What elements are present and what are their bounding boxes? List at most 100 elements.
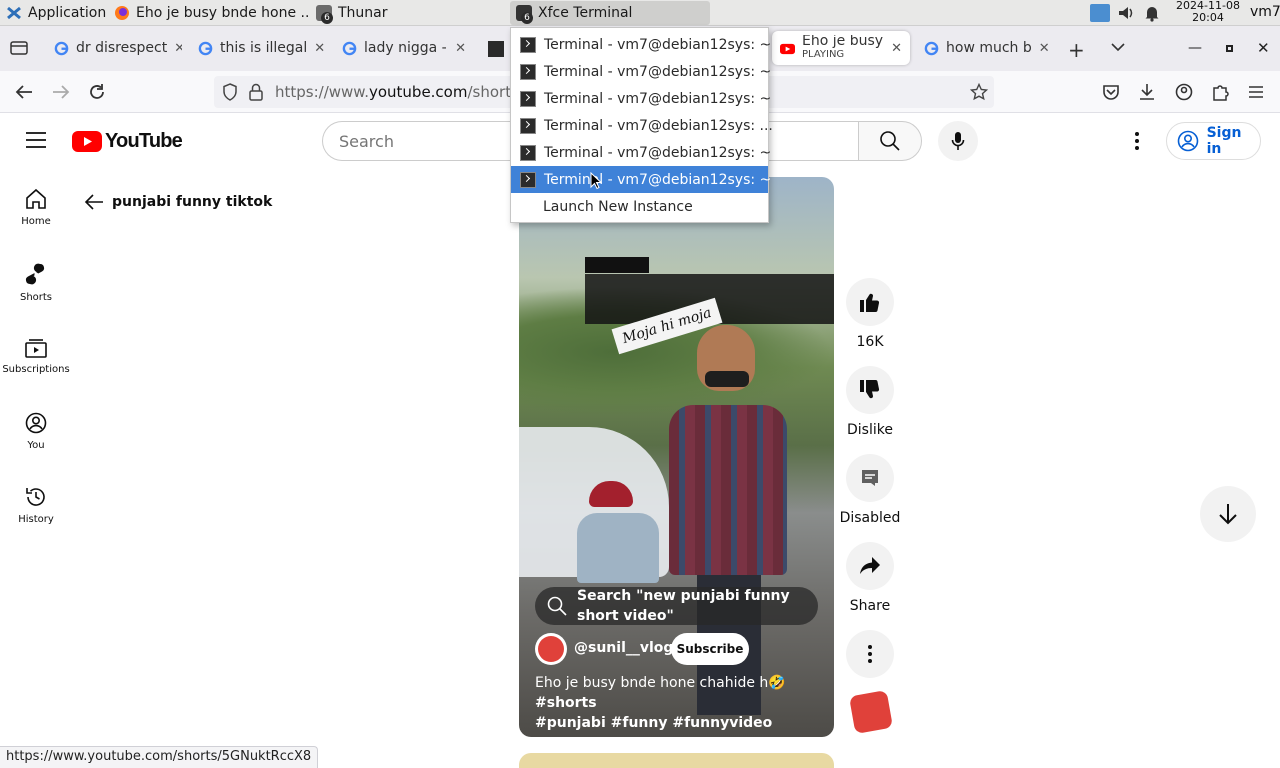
list-all-tabs-chevron-icon[interactable] <box>1110 40 1126 58</box>
comments-disabled-label: Disabled <box>839 510 901 526</box>
applications-menu-button[interactable]: Applications <box>0 1 106 25</box>
subscribe-button[interactable]: Subscribe <box>671 633 749 665</box>
window-count-badge: 6 <box>521 12 533 24</box>
launch-new-instance-item[interactable]: Launch New Instance <box>511 193 768 220</box>
sidebar-item-home[interactable]: Home <box>0 188 72 227</box>
menu-item-terminal[interactable]: Terminal - vm7@debian12sys: ~ <box>511 31 772 58</box>
comment-icon <box>862 470 878 486</box>
video-person-sunglasses <box>705 371 749 387</box>
clock-time: 20:04 <box>1192 11 1224 24</box>
minimize-window-icon[interactable]: — <box>1188 40 1202 56</box>
network-icon[interactable] <box>1090 4 1110 22</box>
comments-button[interactable]: Disabled <box>840 454 900 526</box>
taskbar: Applications Eho je busy bnde hone ... 6… <box>0 0 1280 26</box>
share-arrow-icon <box>860 557 880 574</box>
browser-tab-active[interactable]: Eho je busy b PLAYING ✕ <box>772 31 910 65</box>
terminal-icon: 6 <box>516 5 533 24</box>
menu-item-label: Terminal - vm7@debian12sys: ~ <box>544 90 772 107</box>
sidebar-item-history[interactable]: History <box>0 486 72 525</box>
youtube-favicon-icon <box>780 43 795 54</box>
dislike-label: Dislike <box>847 422 893 438</box>
downloads-icon[interactable] <box>1136 81 1158 103</box>
pocket-icon[interactable] <box>1100 81 1122 103</box>
forward-arrow-icon[interactable] <box>50 81 72 103</box>
account-icon[interactable] <box>1173 81 1195 103</box>
shorts-back-button[interactable]: punjabi funny tiktok <box>84 193 272 211</box>
close-tab-icon[interactable]: ✕ <box>314 41 325 56</box>
next-video-button[interactable] <box>1200 486 1256 542</box>
next-short-preview[interactable] <box>519 753 834 768</box>
google-icon <box>54 41 69 55</box>
taskbar-window-terminal[interactable]: 6 Xfce Terminal <box>510 1 710 25</box>
voice-search-button[interactable] <box>938 121 978 161</box>
menu-item-terminal[interactable]: Terminal - vm7@debian12sys: ... <box>511 112 773 139</box>
menu-item-label: Launch New Instance <box>543 198 693 215</box>
taskbar-window-firefox[interactable]: Eho je busy bnde hone ... <box>108 1 308 25</box>
volume-icon[interactable] <box>1117 4 1135 26</box>
search-icon <box>547 596 567 616</box>
lock-icon[interactable] <box>249 83 263 105</box>
close-tab-icon[interactable]: ✕ <box>891 41 902 56</box>
sign-in-button[interactable]: Sign in <box>1166 122 1261 160</box>
menu-item-label: Terminal - vm7@debian12sys: ~ <box>544 63 772 80</box>
notification-bell-icon[interactable] <box>1144 4 1160 26</box>
guide-menu-hamburger-icon[interactable] <box>25 131 47 153</box>
menu-item-label: Terminal - vm7@debian12sys: ~ <box>544 36 772 53</box>
menu-item-label: Terminal - vm7@debian12sys: ~ <box>544 144 772 161</box>
like-count: 16K <box>856 334 884 350</box>
menu-item-terminal[interactable]: Terminal - vm7@debian12sys: ~ <box>511 139 772 166</box>
clock[interactable]: 2024-11-08 20:04 <box>1168 0 1248 24</box>
terminal-icon <box>520 90 536 107</box>
search-input[interactable] <box>339 130 509 152</box>
tab-manager-icon[interactable] <box>10 40 28 60</box>
user-menu[interactable]: vm7 <box>1250 4 1280 20</box>
browser-tab[interactable]: this is illegal ✕ <box>190 32 330 64</box>
sign-in-label: Sign in <box>1206 125 1242 157</box>
channel-handle[interactable]: @sunil__vlogz <box>574 640 682 656</box>
reload-icon[interactable] <box>86 81 108 103</box>
sidebar-item-subscriptions[interactable]: Subscriptions <box>0 338 72 375</box>
menu-item-terminal[interactable]: Terminal - vm7@debian12sys: ~ <box>511 58 772 85</box>
sound-thumbnail[interactable] <box>848 689 894 735</box>
close-tab-icon[interactable]: ✕ <box>455 41 466 56</box>
status-url-tooltip: https://www.youtube.com/shorts/5GNuktRcc… <box>0 746 319 768</box>
like-button[interactable]: 16K <box>846 278 894 350</box>
bookmark-star-icon[interactable] <box>969 82 989 105</box>
tab-title: lady nigga - <box>364 40 447 56</box>
sidebar-item-you[interactable]: You <box>0 412 72 451</box>
browser-tab[interactable]: dr disrespect ✕ <box>46 32 182 64</box>
maximize-window-icon[interactable] <box>1226 45 1233 52</box>
video-caption-box <box>585 257 649 273</box>
menu-item-terminal[interactable]: Terminal - vm7@debian12sys: ~ <box>511 85 772 112</box>
search-suggestion-text: Search "new punjabi funny short video" <box>577 588 790 624</box>
short-video-player[interactable]: Moja hi moja Search "new punjabi funny s… <box>519 177 834 737</box>
close-window-icon[interactable]: ✕ <box>1257 39 1270 57</box>
new-tab-plus-icon[interactable]: + <box>1068 38 1085 62</box>
search-icon <box>880 131 900 151</box>
close-tab-icon[interactable]: ✕ <box>1039 41 1050 56</box>
microphone-icon <box>951 132 965 150</box>
caption-hashtag[interactable]: #shorts <box>535 695 597 711</box>
channel-avatar[interactable] <box>535 633 567 665</box>
more-actions-button[interactable] <box>846 630 894 678</box>
extensions-puzzle-icon[interactable] <box>1209 81 1231 103</box>
close-tab-icon[interactable]: ✕ <box>174 41 182 56</box>
caption-hashtags[interactable]: #punjabi #funny #funnyvideo <box>535 715 772 731</box>
search-suggestion-pill[interactable]: Search "new punjabi funny short video" <box>535 587 818 625</box>
browser-tab[interactable]: how much b ✕ <box>916 32 1052 64</box>
shorts-feed-title: punjabi funny tiktok <box>112 194 273 210</box>
youtube-logo[interactable]: YouTube <box>72 130 183 153</box>
menu-item-terminal-highlighted[interactable]: Terminal - vm7@debian12sys: ~ <box>511 166 771 193</box>
tracking-protection-shield-icon[interactable] <box>222 83 238 105</box>
tab-favicon-icon[interactable] <box>488 41 504 57</box>
applications-label: Applications <box>28 5 106 21</box>
browser-tab[interactable]: lady nigga - ✕ <box>334 32 474 64</box>
back-arrow-icon[interactable] <box>13 81 35 103</box>
taskbar-window-thunar[interactable]: 6 Thunar <box>310 1 508 25</box>
dislike-button[interactable]: Dislike <box>846 366 894 438</box>
share-button[interactable]: Share <box>846 542 894 614</box>
search-button[interactable] <box>858 121 922 161</box>
settings-kebab-icon[interactable] <box>1130 131 1144 155</box>
app-menu-hamburger-icon[interactable] <box>1245 81 1267 103</box>
sidebar-item-shorts[interactable]: Shorts <box>0 262 72 303</box>
